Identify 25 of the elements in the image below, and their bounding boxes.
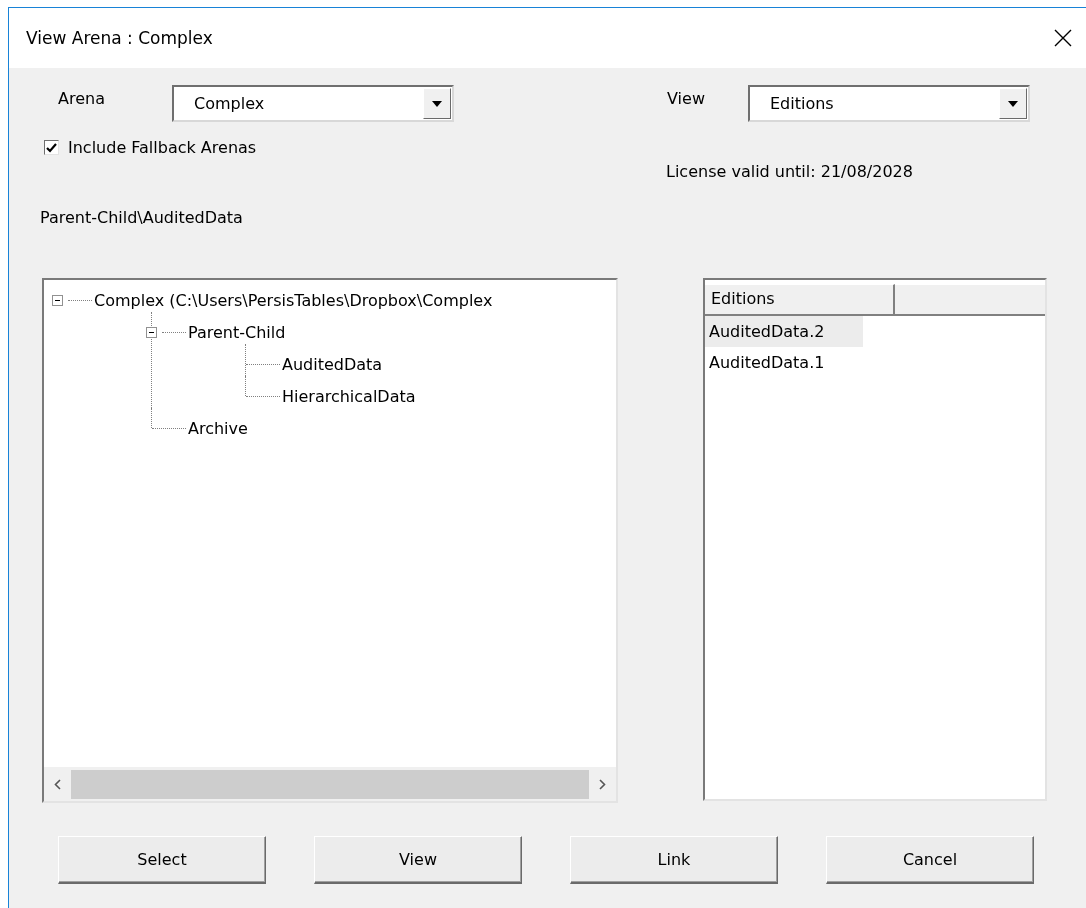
list-item[interactable]: AuditedData.1 xyxy=(705,347,863,378)
arena-label: Arena xyxy=(58,89,106,108)
dropdown[interactable]: Complex xyxy=(172,85,454,122)
license-text: License valid until: 21/08/2028 xyxy=(666,162,913,181)
dialog-button[interactable]: Link xyxy=(570,836,778,884)
view-label: View xyxy=(667,89,706,108)
close-icon[interactable] xyxy=(1054,29,1072,47)
tree-item[interactable]: AuditedData xyxy=(282,354,383,374)
chevron-right-icon[interactable] xyxy=(599,778,606,790)
tree-item[interactable]: Parent-Child xyxy=(188,322,286,342)
window-title: View Arena : Complex xyxy=(26,28,213,48)
selected-path: Parent-Child\AuditedData xyxy=(40,208,243,227)
column-header[interactable]: Editions xyxy=(705,284,895,316)
scrollbar-thumb[interactable] xyxy=(71,769,589,799)
dialog-button[interactable]: View xyxy=(314,836,522,884)
chevron-left-icon[interactable] xyxy=(54,778,61,790)
tree-item[interactable]: HierarchicalData xyxy=(282,386,416,406)
dialog-button[interactable]: Cancel xyxy=(826,836,1034,884)
horizontal-scrollbar[interactable] xyxy=(44,767,616,801)
checkbox[interactable] xyxy=(44,140,59,155)
list-item[interactable]: AuditedData.2 xyxy=(705,316,863,347)
dialog-button[interactable]: Select xyxy=(58,836,266,884)
dropdown[interactable]: Editions xyxy=(748,85,1030,122)
tree-item[interactable]: Archive xyxy=(188,418,248,438)
tree-item[interactable]: Complex (C:\Users\PersisTables\Dropbox\Complex xyxy=(94,290,493,310)
